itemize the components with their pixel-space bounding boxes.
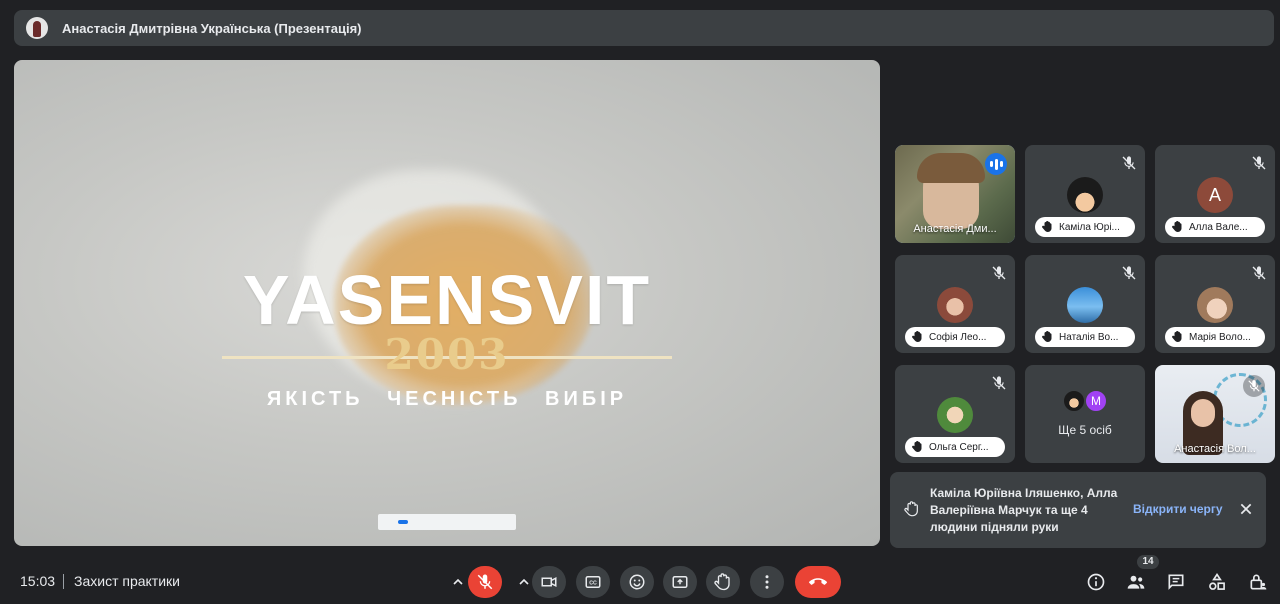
audio-options-button[interactable]	[448, 572, 468, 592]
participant-avatar	[1062, 389, 1086, 413]
captions-button[interactable]: CC	[576, 566, 610, 598]
toggle-camera-button[interactable]	[532, 566, 566, 598]
host-controls-button[interactable]	[1246, 570, 1270, 594]
raised-hands-notification: Каміла Юріївна Іляшенко, Алла Валеріївна…	[890, 472, 1266, 548]
participant-tile[interactable]: Ольга Серг...	[895, 365, 1015, 463]
present-screen-icon	[672, 576, 688, 588]
participant-name-pill: Наталія Во...	[1035, 327, 1135, 347]
closed-captions-icon: CC	[585, 576, 601, 588]
raised-hand-icon	[912, 331, 922, 342]
reactions-button[interactable]	[620, 566, 654, 598]
presenter-title: Анастасія Дмитрівна Українська (Презента…	[62, 20, 362, 36]
raised-hand-icon	[1042, 331, 1052, 342]
participant-avatar	[937, 397, 973, 433]
participant-name: Ольга Серг...	[929, 441, 989, 453]
activities-icon	[1209, 572, 1225, 590]
participant-video-hair	[917, 153, 985, 183]
share-bar-stop	[398, 520, 408, 524]
raise-hand-button[interactable]	[706, 566, 740, 598]
speaking-indicator-icon	[985, 153, 1007, 175]
present-screen-button[interactable]	[663, 566, 697, 598]
hang-up-icon	[809, 578, 827, 585]
mic-off-icon	[1252, 156, 1266, 170]
people-icon	[1127, 575, 1145, 589]
raised-hand-icon	[904, 501, 918, 517]
participant-name: Алла Вале...	[1189, 221, 1248, 233]
participant-tile[interactable]: Анастасія Вол...	[1155, 365, 1275, 463]
raised-hand-icon	[1042, 221, 1052, 232]
chevron-up-icon	[519, 578, 529, 585]
camera-icon	[541, 577, 557, 587]
mic-off-icon	[992, 376, 1006, 390]
raise-hand-icon	[714, 573, 730, 591]
mic-off-icon	[992, 266, 1006, 280]
participant-name-pill: Ольга Серг...	[905, 437, 1005, 457]
participant-name-pill: Марія Воло...	[1165, 327, 1265, 347]
info-icon	[1087, 573, 1105, 591]
participant-name: Софія Лео...	[929, 331, 987, 343]
bottom-separator	[63, 574, 64, 589]
participant-avatar: M	[1084, 389, 1108, 413]
mic-off-icon	[1252, 266, 1266, 280]
more-participants-tile[interactable]: M Ще 5 осіб	[1025, 365, 1145, 463]
emoji-icon	[629, 574, 645, 590]
participant-avatar	[1067, 177, 1103, 213]
more-vertical-icon	[765, 575, 769, 589]
participant-avatar	[937, 287, 973, 323]
screen-share-bar	[378, 514, 516, 530]
brand-year: 2003	[384, 330, 510, 379]
participant-name: Анастасія Вол...	[1174, 443, 1256, 455]
participant-tile[interactable]: Марія Воло...	[1155, 255, 1275, 353]
notification-message: Каміла Юріївна Іляшенко, Алла Валеріївна…	[930, 486, 1118, 534]
brand-tagline: ЯКІСТЬ ЧЕСНІСТЬ ВИБІР	[266, 388, 628, 410]
participant-name: Наталія Во...	[1059, 331, 1119, 343]
lock-person-icon	[1250, 574, 1267, 590]
meeting-clock: 15:03	[20, 573, 56, 589]
brand-name: YASENSVIT	[242, 261, 652, 339]
leave-call-button[interactable]	[795, 566, 841, 598]
people-button[interactable]	[1124, 570, 1148, 594]
participant-tile[interactable]: Софія Лео...	[895, 255, 1015, 353]
participant-video-face	[1191, 399, 1215, 427]
participant-name: Марія Воло...	[1189, 331, 1251, 343]
participant-avatar: A	[1197, 177, 1233, 213]
video-options-button[interactable]	[514, 572, 534, 592]
mic-off-icon	[477, 574, 493, 590]
presenter-bar: Анастасія Дмитрівна Українська (Презента…	[14, 10, 1274, 46]
participant-avatar	[1197, 287, 1233, 323]
raised-hand-icon	[1172, 221, 1182, 232]
chat-icon	[1168, 574, 1184, 590]
participant-count-badge: 14	[1137, 555, 1159, 569]
more-participants-label: Ще 5 осіб	[1058, 423, 1112, 437]
participant-name-pill: Каміла Юрі...	[1035, 217, 1135, 237]
open-queue-button[interactable]: Відкрити чергу	[1133, 502, 1223, 516]
mic-off-icon	[1122, 266, 1136, 280]
participant-name: Каміла Юрі...	[1059, 221, 1120, 233]
participant-avatar	[1067, 287, 1103, 323]
participant-name: Анастасія Дми...	[913, 223, 997, 235]
toggle-microphone-button[interactable]	[468, 566, 502, 598]
activities-button[interactable]	[1205, 570, 1229, 594]
more-options-button[interactable]	[750, 566, 784, 598]
meeting-details-button[interactable]	[1084, 570, 1108, 594]
close-icon[interactable]	[1238, 501, 1254, 517]
raised-hand-icon	[912, 441, 922, 452]
participant-name-pill: Софія Лео...	[905, 327, 1005, 347]
participant-tile[interactable]: Анастасія Дми...	[895, 145, 1015, 243]
mic-off-icon	[1248, 380, 1260, 392]
participant-tile[interactable]: Наталія Во...	[1025, 255, 1145, 353]
mic-off-indicator	[1243, 375, 1265, 397]
svg-text:CC: CC	[589, 581, 597, 587]
participant-tile[interactable]: A Алла Вале...	[1155, 145, 1275, 243]
mic-off-icon	[1122, 156, 1136, 170]
participant-tile[interactable]: Каміла Юрі...	[1025, 145, 1145, 243]
presentation-stage: YASENSVIT 2003 ЯКІСТЬ ЧЕСНІСТЬ ВИБІР	[14, 60, 880, 546]
chat-button[interactable]	[1164, 570, 1188, 594]
participant-name-pill: Алла Вале...	[1165, 217, 1265, 237]
raised-hand-icon	[1172, 331, 1182, 342]
meeting-title: Захист практики	[74, 573, 180, 589]
chevron-up-icon	[453, 578, 463, 585]
presenter-avatar	[26, 17, 48, 39]
